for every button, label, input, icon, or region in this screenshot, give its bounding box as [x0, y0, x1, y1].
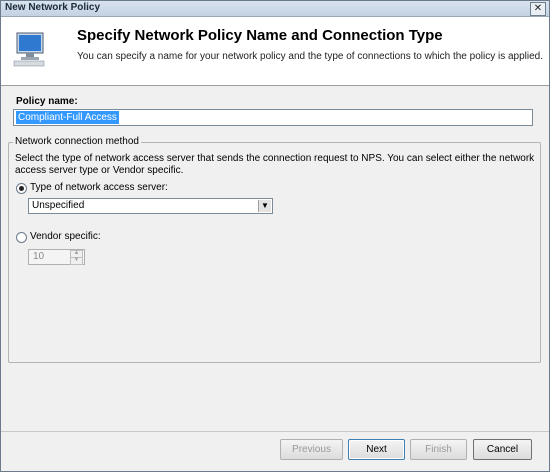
chevron-down-icon[interactable]: ▼ [258, 200, 271, 212]
stepper-value: 10 [33, 251, 45, 262]
vendor-specific-stepper[interactable]: 10 ▲ ▼ [28, 249, 85, 265]
type-radio-label[interactable]: Type of network access server: [30, 182, 168, 193]
select-value: Unspecified [32, 200, 85, 211]
computer-monitor-icon [13, 32, 45, 67]
cancel-button[interactable]: Cancel [473, 439, 532, 460]
page-subtitle: You can specify a name for your network … [77, 51, 544, 62]
policy-name-label: Policy name: [16, 96, 78, 107]
finish-button[interactable]: Finish [410, 439, 467, 460]
close-icon: ✕ [533, 3, 543, 14]
type-radio[interactable] [16, 183, 27, 194]
connection-method-description: Select the type of network access server… [15, 153, 535, 176]
new-network-policy-window: New Network Policy ✕ Specify Network Pol… [0, 0, 550, 472]
radio-selected-dot [19, 186, 24, 191]
close-button[interactable]: ✕ [530, 2, 546, 16]
policy-name-value: Compliant-Full Access [16, 111, 119, 124]
previous-button[interactable]: Previous [280, 439, 343, 460]
footer-divider [1, 431, 549, 432]
title-bar: New Network Policy ✕ [1, 1, 549, 17]
connection-method-legend: Network connection method [13, 136, 141, 147]
policy-name-input[interactable]: Compliant-Full Access [13, 109, 533, 126]
vendor-radio[interactable] [16, 232, 27, 243]
window-title: New Network Policy [5, 2, 101, 13]
stepper-down-icon[interactable]: ▼ [70, 257, 83, 265]
next-button[interactable]: Next [348, 439, 405, 460]
page-title: Specify Network Policy Name and Connecti… [77, 27, 443, 44]
wizard-content: Policy name: Compliant-Full Access Netwo… [1, 86, 549, 431]
vendor-radio-label[interactable]: Vendor specific: [30, 231, 101, 242]
wizard-header: Specify Network Policy Name and Connecti… [1, 17, 549, 86]
access-server-type-select[interactable]: Unspecified ▼ [28, 198, 273, 214]
